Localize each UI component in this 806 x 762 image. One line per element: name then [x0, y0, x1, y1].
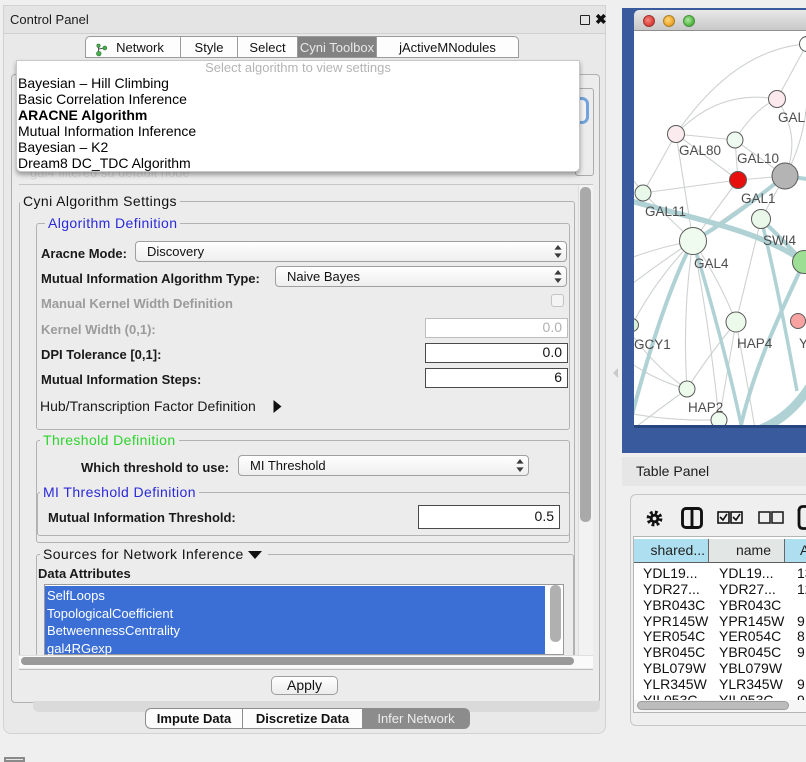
svg-text:HAP4: HAP4 — [737, 336, 773, 351]
svg-text:HAP2: HAP2 — [688, 400, 723, 415]
svg-text:GAL11: GAL11 — [645, 204, 686, 219]
svg-text:GAL7: GAL7 — [778, 110, 806, 125]
svg-text:GAL4: GAL4 — [694, 256, 729, 271]
svg-text:GAL1: GAL1 — [741, 191, 776, 206]
svg-text:GCY1: GCY1 — [634, 337, 671, 352]
svg-text:SWI4: SWI4 — [763, 233, 796, 248]
svg-text:Y: Y — [799, 336, 806, 351]
svg-text:GAL10: GAL10 — [737, 151, 779, 166]
svg-text:GAL80: GAL80 — [679, 143, 721, 158]
